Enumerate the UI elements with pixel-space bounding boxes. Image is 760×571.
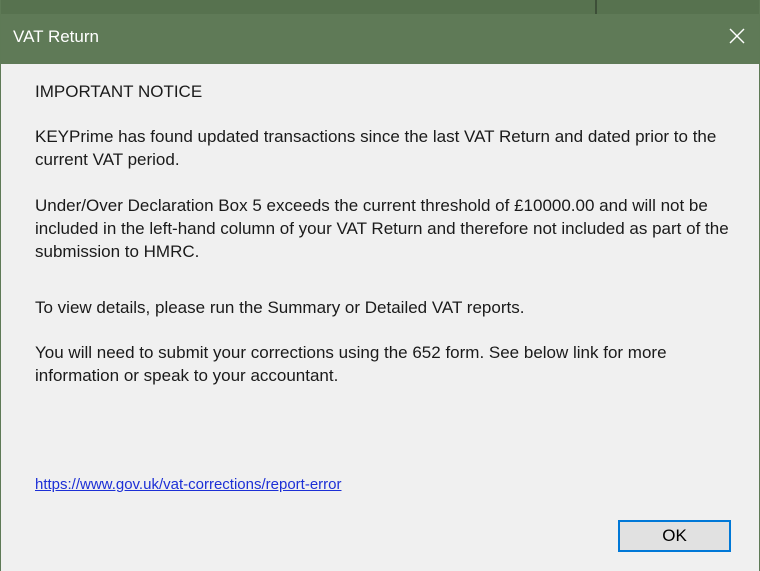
- window-title: VAT Return: [13, 27, 99, 46]
- title-bar[interactable]: VAT Return: [1, 0, 759, 64]
- title-bar-top-strip: [1, 0, 759, 14]
- ok-button[interactable]: OK: [618, 520, 731, 552]
- notice-paragraph-threshold: Under/Over Declaration Box 5 exceeds the…: [35, 196, 729, 261]
- dialog-content: IMPORTANT NOTICE KEYPrime has found upda…: [1, 64, 759, 571]
- window-seam: [595, 0, 597, 14]
- notice-paragraph-updated-transactions: KEYPrime has found updated transactions …: [35, 127, 717, 169]
- vat-return-dialog: VAT Return IMPORTANT NOTICE KEYPrime has…: [0, 0, 760, 571]
- close-icon: [729, 28, 745, 44]
- notice-heading: IMPORTANT NOTICE: [35, 82, 203, 101]
- notice-paragraph-view-details: To view details, please run the Summary …: [35, 298, 525, 317]
- close-button[interactable]: [715, 14, 759, 58]
- notice-paragraph-corrections: You will need to submit your corrections…: [35, 343, 667, 385]
- hmrc-report-error-link[interactable]: https://www.gov.uk/vat-corrections/repor…: [35, 475, 342, 495]
